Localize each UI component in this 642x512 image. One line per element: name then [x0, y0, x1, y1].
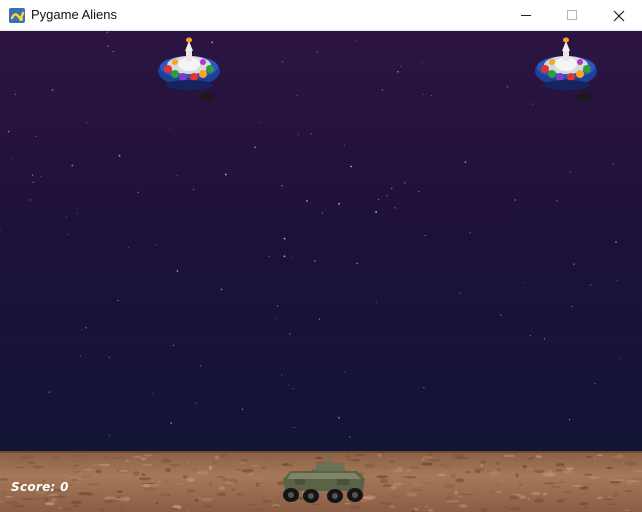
pygame-snake-icon [9, 8, 25, 23]
ufo-icon [158, 37, 220, 101]
minimize-icon [520, 15, 531, 16]
maximize-button[interactable] [549, 0, 595, 31]
maximize-icon [566, 10, 577, 20]
window-title: Pygame Aliens [31, 7, 117, 22]
close-icon [613, 10, 625, 21]
close-button[interactable] [596, 0, 642, 31]
ufo-icon [535, 37, 597, 101]
score-label: Score: 0 [11, 480, 69, 494]
game-background [0, 31, 642, 512]
title-bar[interactable]: Pygame Aliens [0, 0, 642, 31]
game-canvas[interactable]: Score: 0 [0, 31, 642, 512]
game-window: Pygame Aliens Score: 0 [0, 0, 642, 512]
alien-ufo [535, 37, 597, 101]
minimize-button[interactable] [503, 0, 549, 31]
player-tank [283, 453, 365, 503]
alien-ufo [158, 37, 220, 101]
tank-icon [283, 453, 365, 503]
